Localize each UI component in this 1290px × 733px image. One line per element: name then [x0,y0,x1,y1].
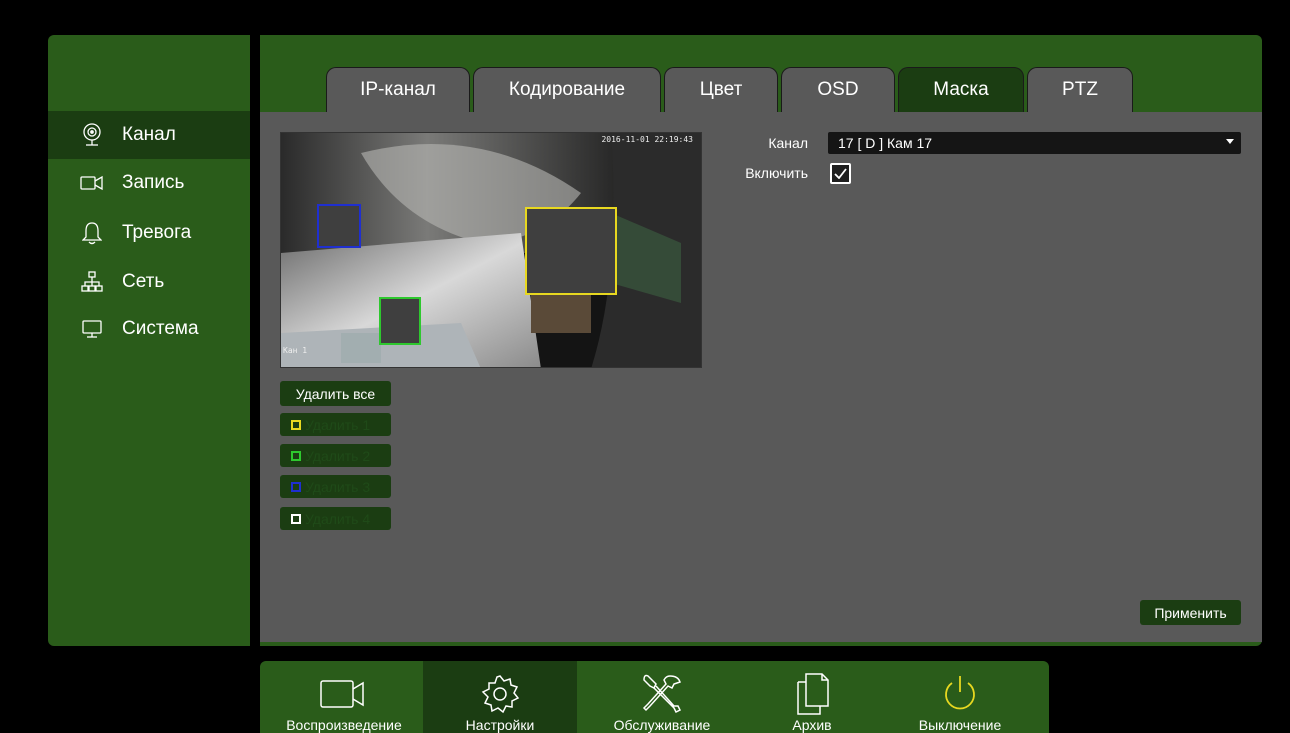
mask-color-swatch [291,450,301,461]
enable-checkbox[interactable] [830,163,851,184]
bottom-item-label: Воспроизведение [286,717,402,733]
delete-all-label: Удалить все [295,385,376,402]
chevron-down-icon [1226,139,1234,144]
sidebar-item-label: Канал [122,124,176,145]
bell-icon [78,219,106,247]
sidebar-item-label: Тревога [122,222,192,243]
monitor-icon [78,315,106,343]
power-icon [930,671,990,717]
delete-mask-1-button[interactable]: Удалить 1 [280,413,391,436]
webcam-icon [78,121,106,149]
apply-button[interactable]: Применить [1140,600,1241,625]
delete-mask-label: Удалить 2 [305,447,371,464]
tab-encoding[interactable]: Кодирование [473,67,661,112]
sidebar-item-alarm[interactable]: Тревога [48,209,250,257]
bottom-item-settings[interactable]: Настройки [423,661,577,733]
tools-icon [632,671,692,717]
tab-color[interactable]: Цвет [664,67,778,112]
bottom-item-label: Выключение [918,717,1002,733]
sidebar-item-label: Сеть [122,271,165,292]
video-camera-icon [78,169,106,197]
tab-label: Цвет [699,79,743,100]
tab-label: OSD [817,79,859,100]
bottom-nav-bar: Воспроизведение Настройки Обслуживание А… [260,661,1049,733]
delete-all-button[interactable]: Удалить все [280,381,391,406]
mask-region-2[interactable] [379,297,421,345]
preview-channel-label: Кан 1 [283,346,308,355]
apply-label: Применить [1154,604,1227,621]
tab-label: PTZ [1062,79,1098,100]
tab-ip-channel[interactable]: IP-канал [326,67,470,112]
delete-mask-2-button[interactable]: Удалить 2 [280,444,391,467]
tab-ptz[interactable]: PTZ [1027,67,1133,112]
bottom-item-label: Обслуживание [613,717,711,733]
files-icon [782,671,842,717]
bottom-item-label: Архив [792,717,832,733]
channel-select-value: 17 [ D ] Кам 17 [838,135,933,151]
enable-field-label: Включить [745,165,808,181]
bottom-item-maintenance[interactable]: Обслуживание [587,661,737,733]
sidebar-item-record[interactable]: Запись [48,159,250,207]
sidebar-item-label: Система [122,318,199,339]
preview-timestamp: 2016-11-01 22:19:43 [601,135,693,144]
sidebar-item-channel[interactable]: Канал [48,111,250,159]
sidebar-item-network[interactable]: Сеть [48,258,250,306]
checkmark-icon [834,168,847,179]
mask-color-swatch [291,419,301,430]
bottom-item-label: Настройки [465,717,535,733]
main-panel: IP-канал Кодирование Цвет OSD Маска PTZ [260,35,1262,646]
delete-mask-4-button[interactable]: Удалить 4 [280,507,391,530]
bottom-item-shutdown[interactable]: Выключение [900,661,1020,733]
camera-icon [314,671,374,717]
mask-color-swatch [291,481,301,492]
channel-select[interactable]: 17 [ D ] Кам 17 [828,132,1241,154]
camera-preview[interactable]: 2016-11-01 22:19:43 Кан 1 [280,132,702,368]
delete-mask-3-button[interactable]: Удалить 3 [280,475,391,498]
channel-field-label: Канал [768,135,808,151]
delete-mask-label: Удалить 1 [305,416,371,433]
bottom-item-playback[interactable]: Воспроизведение [277,661,411,733]
gear-icon [470,671,530,717]
delete-mask-label: Удалить 3 [305,478,371,495]
mask-region-1[interactable] [525,207,617,295]
tab-osd[interactable]: OSD [781,67,895,112]
sidebar-item-label: Запись [122,172,185,193]
network-icon [78,268,106,296]
tab-label: IP-канал [360,79,436,100]
mask-region-3[interactable] [317,204,361,248]
delete-mask-label: Удалить 4 [305,510,371,527]
left-sidebar: Канал Запись Тревога Сеть Система [48,35,250,646]
camera-scene-image [281,133,701,367]
tab-label: Маска [933,79,989,100]
bottom-item-archive[interactable]: Архив [770,661,854,733]
mask-color-swatch [291,513,301,524]
tab-label: Кодирование [508,79,626,100]
tab-mask[interactable]: Маска [898,67,1024,112]
sidebar-item-system[interactable]: Система [48,305,250,353]
